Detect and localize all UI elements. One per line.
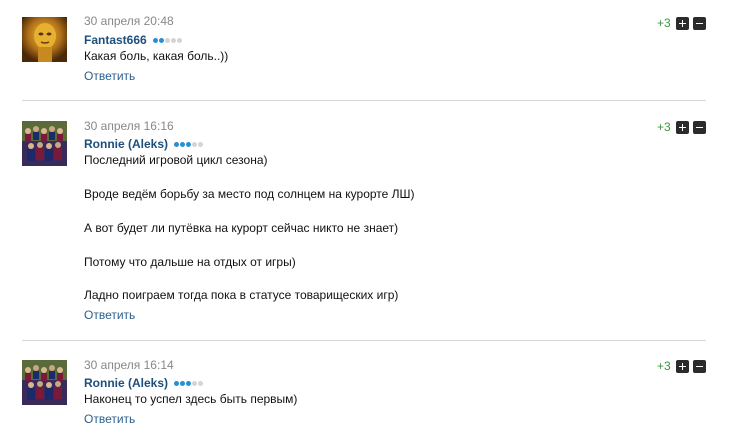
comment-text: Ладно поиграем тогда пока в статусе това… [84,288,399,302]
comment-body: А вот будет ли путёвка на курорт сейчас … [84,220,398,236]
downvote-minus-icon[interactable] [693,121,706,134]
upvote-plus-icon[interactable] [676,17,689,30]
team-photo-avatar[interactable] [22,121,67,166]
rank-dot [174,381,180,386]
downvote-minus-icon[interactable] [693,360,706,373]
rank-dot [174,142,180,147]
comment-date: 30 апреля 16:14 [84,358,174,372]
comment-body: Потому что дальше на отдых от игры) [84,254,296,270]
golden-head-avatar[interactable] [22,17,67,62]
comment-text: Наконец то успел здесь быть первым) [84,392,298,406]
author-name[interactable]: Ronnie (Aleks) [84,376,168,390]
comment-text: Потому что дальше на отдых от игры) [84,255,296,269]
rank-dot [186,142,192,147]
rating-value: +3 [657,359,671,373]
divider [22,100,706,101]
rank-dot [171,38,177,43]
comment-text: А вот будет ли путёвка на курорт сейчас … [84,221,399,235]
rank-dot [180,142,186,147]
author-line: Fantast666 [84,32,183,47]
rank-dot [186,381,192,386]
team-photo-avatar[interactable] [22,360,67,405]
rank-indicator [153,32,183,46]
comment-text: Какая боль, какая боль..)) [84,49,229,63]
comment-text: Последний игровой цикл сезона) [84,153,268,167]
author-line: Ronnie (Aleks) [84,136,204,151]
comment-body: Наконец то успел здесь быть первым) [84,391,297,407]
comment-date: 30 апреля 16:16 [84,119,174,133]
upvote-plus-icon[interactable] [676,121,689,134]
comment-body: Вроде ведём борьбу за место под солнцем … [84,186,415,202]
rank-dot [165,38,171,43]
comment-body: Ладно поиграем тогда пока в статусе това… [84,287,398,303]
reply-link[interactable]: Ответить [84,308,135,322]
author-name[interactable]: Ronnie (Aleks) [84,137,168,151]
rank-indicator [174,136,204,150]
comment-date: 30 апреля 20:48 [84,14,174,28]
reply-link[interactable]: Ответить [84,69,135,83]
comment-text: Вроде ведём борьбу за место под солнцем … [84,187,415,201]
rating-value: +3 [657,120,671,134]
divider [22,340,706,341]
rank-dot [180,381,186,386]
rank-dot [177,38,183,43]
comment-body: Последний игровой цикл сезона) [84,152,268,168]
rank-dot [198,381,204,386]
reply-link[interactable]: Ответить [84,412,135,426]
comment-body: Какая боль, какая боль..)) [84,48,228,64]
author-name[interactable]: Fantast666 [84,33,147,47]
rank-indicator [174,375,204,389]
downvote-minus-icon[interactable] [693,17,706,30]
author-line: Ronnie (Aleks) [84,375,204,390]
rank-dot [192,142,198,147]
rank-dot [192,381,198,386]
rating-value: +3 [657,16,671,30]
upvote-plus-icon[interactable] [676,360,689,373]
rank-dot [159,38,165,43]
rank-dot [153,38,159,43]
rank-dot [198,142,204,147]
